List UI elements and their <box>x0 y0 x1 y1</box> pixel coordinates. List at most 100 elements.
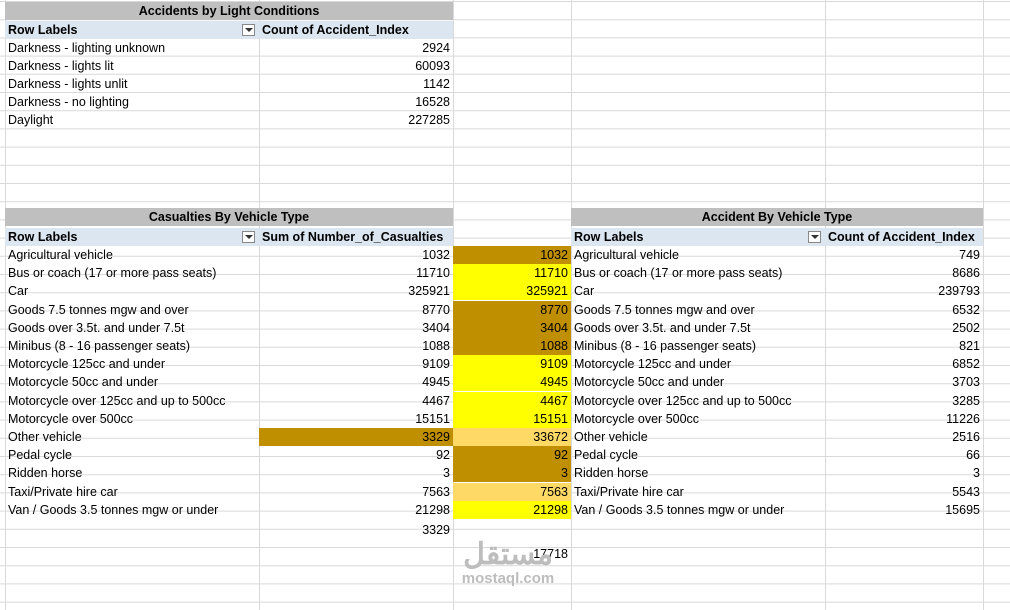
casualties-row-label[interactable]: Minibus (8 - 16 passenger seats) <box>5 337 259 355</box>
accidents-row-label[interactable]: Motorcycle 125cc and under <box>571 355 825 373</box>
casualties-row-label[interactable]: Bus or coach (17 or more pass seats) <box>5 264 259 282</box>
casualties-row-label[interactable]: Goods over 3.5t. and under 7.5t <box>5 319 259 337</box>
casualties-row-label[interactable]: Goods 7.5 tonnes mgw and over <box>5 301 259 319</box>
accidents-row-value[interactable]: 6852 <box>825 355 983 373</box>
casualties-copy-value[interactable]: 33672 <box>453 428 571 446</box>
accidents-row-label[interactable]: Pedal cycle <box>571 446 825 464</box>
casualties-row-value[interactable]: 8770 <box>259 301 453 319</box>
accidents-filter-dropdown-button[interactable] <box>808 231 821 243</box>
casualties-row-value[interactable]: 325921 <box>259 282 453 300</box>
casualties-row-value[interactable]: 3 <box>259 464 453 482</box>
casualties-copy-value[interactable]: 1088 <box>453 337 571 355</box>
accidents-row-value[interactable]: 2516 <box>825 428 983 446</box>
accidents-row-label[interactable]: Goods 7.5 tonnes mgw and over <box>571 301 825 319</box>
light-row-value[interactable]: 2924 <box>259 39 453 57</box>
accidents-header-count[interactable]: Count of Accident_Index <box>825 228 983 246</box>
casualties-row-value[interactable]: 15151 <box>259 410 453 428</box>
casualties-copy-value[interactable]: 7563 <box>453 482 571 501</box>
accidents-row-value[interactable]: 239793 <box>825 282 983 300</box>
casualties-copy-value[interactable]: 4945 <box>453 373 571 392</box>
accidents-row-label[interactable]: Agricultural vehicle <box>571 246 825 264</box>
accidents-row-label[interactable]: Other vehicle <box>571 428 825 446</box>
accidents-row-label[interactable]: Motorcycle 50cc and under <box>571 373 825 391</box>
accidents-row-value[interactable]: 11226 <box>825 410 983 428</box>
casualties-copy-value[interactable]: 325921 <box>453 282 571 301</box>
casualties-copy-value[interactable]: 11710 <box>453 264 571 283</box>
casualties-copy-value[interactable]: 15151 <box>453 409 571 428</box>
watermark-latin: mostaql.com <box>461 570 555 587</box>
accidents-row-label[interactable]: Ridden horse <box>571 464 825 482</box>
light-row-label[interactable]: Darkness - lights unlit <box>5 75 259 93</box>
accidents-row-value[interactable]: 5543 <box>825 483 983 501</box>
accidents-row-label[interactable]: Taxi/Private hire car <box>571 483 825 501</box>
casualties-row-label[interactable]: Other vehicle <box>5 428 259 446</box>
light-row-value[interactable]: 227285 <box>259 111 453 129</box>
casualties-row-label[interactable]: Agricultural vehicle <box>5 246 259 264</box>
casualties-row-label[interactable]: Van / Goods 3.5 tonnes mgw or under <box>5 501 259 519</box>
casualties-copy-value[interactable]: 9109 <box>453 355 571 374</box>
casualties-table-title[interactable]: Casualties By Vehicle Type <box>5 208 453 226</box>
light-row-value[interactable]: 1142 <box>259 75 453 93</box>
accidents-row-label[interactable]: Car <box>571 282 825 300</box>
casualties-copy-value[interactable]: 92 <box>453 446 571 465</box>
casualties-row-label[interactable]: Ridden horse <box>5 464 259 482</box>
casualties-row-label[interactable]: Motorcycle over 500cc <box>5 410 259 428</box>
light-filter-dropdown-button[interactable] <box>242 24 255 36</box>
accidents-header-row-labels[interactable]: Row Labels <box>571 228 825 246</box>
casualties-copy-value[interactable]: 1032 <box>453 246 571 264</box>
casualties-row-value[interactable]: 1088 <box>259 337 453 355</box>
light-row-label[interactable]: Daylight <box>5 111 259 129</box>
casualties-header-sum[interactable]: Sum of Number_of_Casualties <box>259 228 453 246</box>
casualties-copy-value[interactable]: 3404 <box>453 318 571 337</box>
casualties-row-value[interactable]: 7563 <box>259 483 453 501</box>
casualties-row-value[interactable]: 3329 <box>259 428 453 446</box>
casualties-row-value[interactable]: 4945 <box>259 373 453 391</box>
accidents-row-label[interactable]: Bus or coach (17 or more pass seats) <box>571 264 825 282</box>
accidents-row-label[interactable]: Minibus (8 - 16 passenger seats) <box>571 337 825 355</box>
casualties-row-label[interactable]: Car <box>5 282 259 300</box>
accidents-row-value[interactable]: 3703 <box>825 373 983 391</box>
casualties-copy-value[interactable]: 4467 <box>453 391 571 410</box>
casualties-copy-value[interactable]: 3 <box>453 464 571 483</box>
casualties-row-value[interactable]: 3404 <box>259 319 453 337</box>
light-row-label[interactable]: Darkness - lighting unknown <box>5 39 259 57</box>
casualties-row-value[interactable]: 11710 <box>259 264 453 282</box>
casualties-copy-value[interactable]: 21298 <box>453 500 571 519</box>
casualties-header-row-labels[interactable]: Row Labels <box>5 228 259 246</box>
accidents-row-value[interactable]: 66 <box>825 446 983 464</box>
casualties-row-label[interactable]: Motorcycle 50cc and under <box>5 373 259 391</box>
accidents-row-label[interactable]: Motorcycle over 125cc and up to 500cc <box>571 392 825 410</box>
watermark-arabic: مستقل <box>463 538 553 571</box>
accidents-row-value[interactable]: 2502 <box>825 319 983 337</box>
light-row-label[interactable]: Darkness - no lighting <box>5 93 259 111</box>
light-row-label[interactable]: Darkness - lights lit <box>5 57 259 75</box>
casualties-row-label[interactable]: Taxi/Private hire car <box>5 483 259 501</box>
accidents-row-value[interactable]: 8686 <box>825 264 983 282</box>
accidents-table-title[interactable]: Accident By Vehicle Type <box>571 208 983 226</box>
casualties-extra-value[interactable]: 3329 <box>259 521 453 539</box>
accidents-row-label[interactable]: Van / Goods 3.5 tonnes mgw or under <box>571 501 825 519</box>
accidents-row-label[interactable]: Goods over 3.5t. and under 7.5t <box>571 319 825 337</box>
accidents-row-value[interactable]: 749 <box>825 246 983 264</box>
accidents-row-value[interactable]: 6532 <box>825 301 983 319</box>
light-header-row-labels[interactable]: Row Labels <box>5 21 259 39</box>
accidents-row-value[interactable]: 15695 <box>825 501 983 519</box>
casualties-row-label[interactable]: Motorcycle 125cc and under <box>5 355 259 373</box>
casualties-row-value[interactable]: 92 <box>259 446 453 464</box>
casualties-row-label[interactable]: Motorcycle over 125cc and up to 500cc <box>5 392 259 410</box>
casualties-copy-value[interactable]: 8770 <box>453 300 571 319</box>
casualties-row-value[interactable]: 4467 <box>259 392 453 410</box>
casualties-filter-dropdown-button[interactable] <box>242 231 255 243</box>
casualties-row-value[interactable]: 21298 <box>259 501 453 519</box>
accidents-row-value[interactable]: 3 <box>825 464 983 482</box>
accidents-row-label[interactable]: Motorcycle over 500cc <box>571 410 825 428</box>
casualties-row-label[interactable]: Pedal cycle <box>5 446 259 464</box>
light-row-value[interactable]: 60093 <box>259 57 453 75</box>
light-row-value[interactable]: 16528 <box>259 93 453 111</box>
light-table-title[interactable]: Accidents by Light Conditions <box>5 2 453 20</box>
light-header-count[interactable]: Count of Accident_Index <box>259 21 453 39</box>
accidents-row-value[interactable]: 821 <box>825 337 983 355</box>
casualties-row-value[interactable]: 1032 <box>259 246 453 264</box>
casualties-row-value[interactable]: 9109 <box>259 355 453 373</box>
accidents-row-value[interactable]: 3285 <box>825 392 983 410</box>
